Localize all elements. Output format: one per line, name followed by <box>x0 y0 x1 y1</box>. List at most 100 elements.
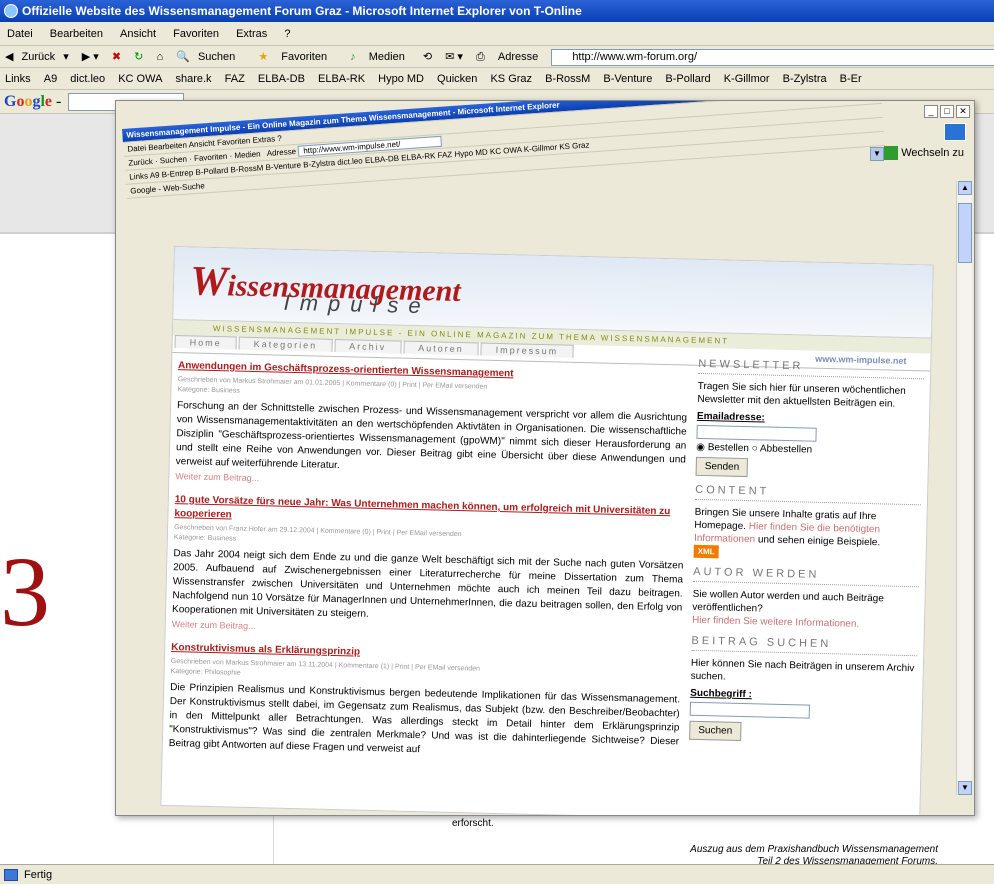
link-dict-leo[interactable]: dict.leo <box>70 73 105 85</box>
tab-impressum[interactable]: Impressum <box>480 342 574 358</box>
search-label: Suchen <box>197 51 236 63</box>
media-button[interactable]: ♪ Medien <box>345 51 410 63</box>
search-submit-button[interactable]: Suchen <box>689 720 742 742</box>
link-b-zylstra[interactable]: B-Zylstra <box>783 73 827 85</box>
outer-toolbar: ◀ Zurück ▾ ▶ ▾ ✖ ↻ ⌂ 🔍 Suchen ★ Favorite… <box>0 46 994 68</box>
article: 10 gute Vorsätze fürs neue Jahr: Was Unt… <box>172 493 685 643</box>
xml-badge[interactable]: XML <box>693 544 719 559</box>
content-text: Bringen Sie unsere Inhalte gratis auf Ih… <box>693 506 881 549</box>
web-page: Wissensmanagement Impulse WISSENSMANAGEM… <box>160 246 934 815</box>
address-field[interactable]: http://www.wm-forum.org/ <box>551 48 994 66</box>
back-button[interactable]: ◀ Zurück ▾ <box>5 51 69 63</box>
home-icon[interactable]: ⌂ <box>156 51 163 63</box>
search-text: Hier können Sie nach Beiträgen in unsere… <box>690 657 915 683</box>
status-bar: Fertig <box>0 864 994 884</box>
footer-line-1: Auszug aus dem Praxishandbuch Wissensman… <box>690 844 938 855</box>
erforscht-text: erforscht. <box>452 818 494 829</box>
content-heading: CONTENT <box>694 483 922 506</box>
mail-icon[interactable]: ✉ ▾ <box>445 51 463 63</box>
search-heading: BEITRAG SUCHEN <box>691 634 918 657</box>
menu-datei[interactable]: Datei <box>7 28 33 40</box>
menu-extras[interactable]: Extras <box>236 28 267 40</box>
menu-favoriten[interactable]: Favoriten <box>173 28 219 40</box>
windows-logo-icon <box>944 123 966 141</box>
wechseln-label: Wechseln zu <box>901 147 964 159</box>
menu-help[interactable]: ? <box>284 28 290 40</box>
outer-title-bar: Offizielle Website des Wissensmanagement… <box>0 0 994 22</box>
article: Konstruktivismus als Erklärungsprinzip G… <box>169 641 682 763</box>
newsletter-text: Tragen Sie sich hier für unseren wöchent… <box>697 380 906 410</box>
refresh-icon[interactable]: ↻ <box>134 51 143 63</box>
favorites-button[interactable]: ★ Favoriten <box>253 51 332 63</box>
link-elba-db[interactable]: ELBA-DB <box>258 73 305 85</box>
radio-subscribe[interactable]: ◉ <box>696 442 705 453</box>
scroll-down-icon[interactable]: ▼ <box>958 781 972 795</box>
article-body: Das Jahr 2004 neigt sich dem Ende zu und… <box>171 548 684 620</box>
article-body: Forschung an der Schnittstelle zwischen … <box>175 400 688 472</box>
outer-links-bar: Links A9 dict.leo KC OWA share.k FAZ ELB… <box>0 68 994 90</box>
forward-button[interactable]: ▶ ▾ <box>82 51 99 63</box>
link-quicken[interactable]: Quicken <box>437 73 477 85</box>
link-b-rossm[interactable]: B-RossM <box>545 73 590 85</box>
menu-bearbeiten[interactable]: Bearbeiten <box>50 28 103 40</box>
tab-archiv[interactable]: Archiv <box>334 338 402 354</box>
sidebar: NEWSLETTER Tragen Sie sich hier für unse… <box>689 350 925 745</box>
link-share-k[interactable]: share.k <box>175 73 211 85</box>
link-b-er[interactable]: B-Er <box>840 73 862 85</box>
inner-address-label: Adresse <box>266 146 297 158</box>
email-field[interactable] <box>696 424 817 442</box>
article-list: Anwendungen im Geschäftsprozess-orientie… <box>168 359 688 773</box>
search-button[interactable]: 🔍 Suchen <box>176 51 240 63</box>
media-label: Medien <box>368 51 405 63</box>
inner-browser-window: _ □ ✕ ▼ Wechseln zu Wissensmanagement Impu… <box>115 100 975 816</box>
link-k-gillmor[interactable]: K-Gillmor <box>724 73 770 85</box>
newsletter-heading: NEWSLETTER <box>698 357 925 380</box>
address-label: Adresse <box>497 51 539 63</box>
history-icon[interactable]: ⟲ <box>423 51 432 63</box>
outer-menu-bar: Datei Bearbeiten Ansicht Favoriten Extra… <box>0 22 994 46</box>
menu-ansicht[interactable]: Ansicht <box>120 28 156 40</box>
link-hypo-md[interactable]: Hypo MD <box>378 73 424 85</box>
vertical-scrollbar[interactable]: ▲ ▼ <box>956 181 972 795</box>
tab-home[interactable]: Home <box>174 335 237 350</box>
newsletter-options: ◉ Bestellen ○ Abbestellen <box>696 441 922 460</box>
unsubscribe-label: Abbestellen <box>759 443 813 456</box>
links-label: Links <box>5 73 31 85</box>
scroll-thumb[interactable] <box>958 203 972 263</box>
tab-autoren[interactable]: Autoren <box>403 340 479 356</box>
search-input[interactable] <box>689 701 810 719</box>
close-icon[interactable]: ✕ <box>956 105 970 118</box>
back-label: Zurück <box>21 51 56 63</box>
google-logo[interactable]: Google - <box>4 93 61 110</box>
ie-logo-icon <box>4 4 18 18</box>
scroll-up-icon[interactable]: ▲ <box>958 181 972 195</box>
author-heading: AUTOR WERDEN <box>692 565 920 588</box>
go-arrow-icon <box>884 146 899 161</box>
favorites-label: Favoriten <box>281 51 328 63</box>
link-kc-owa[interactable]: KC OWA <box>118 73 162 85</box>
print-icon[interactable]: ⎙ <box>476 51 485 63</box>
link-elba-rk[interactable]: ELBA-RK <box>318 73 365 85</box>
wechseln-button[interactable]: Wechseln zu <box>884 145 964 161</box>
link-b-venture[interactable]: B-Venture <box>603 73 652 85</box>
status-text: Fertig <box>24 869 53 881</box>
page-status-icon <box>4 869 18 881</box>
link-a9[interactable]: A9 <box>44 73 57 85</box>
inner-chrome: Wissensmanagement Impulse - Ein Online M… <box>122 101 888 239</box>
radio-unsubscribe[interactable]: ○ <box>752 443 758 454</box>
article-body: Die Prinzipien Realismus und Konstruktiv… <box>168 682 681 756</box>
outer-window-title: Offizielle Website des Wissensmanagement… <box>22 4 582 18</box>
send-button[interactable]: Senden <box>695 456 749 478</box>
tab-kategorien[interactable]: Kategorien <box>238 336 333 352</box>
link-b-pollard[interactable]: B-Pollard <box>665 73 710 85</box>
minimize-icon[interactable]: _ <box>924 105 938 118</box>
maximize-icon[interactable]: □ <box>940 105 954 118</box>
chapter-number: 3 <box>0 536 50 647</box>
link-faz[interactable]: FAZ <box>225 73 245 85</box>
window-buttons: _ □ ✕ <box>922 105 970 118</box>
site-logo-impulse: Impulse <box>283 289 431 319</box>
article: Anwendungen im Geschäftsprozess-orientie… <box>175 359 688 495</box>
stop-icon[interactable]: ✖ <box>112 51 121 63</box>
subscribe-label: Bestellen <box>707 442 750 455</box>
link-ks-graz[interactable]: KS Graz <box>490 73 532 85</box>
